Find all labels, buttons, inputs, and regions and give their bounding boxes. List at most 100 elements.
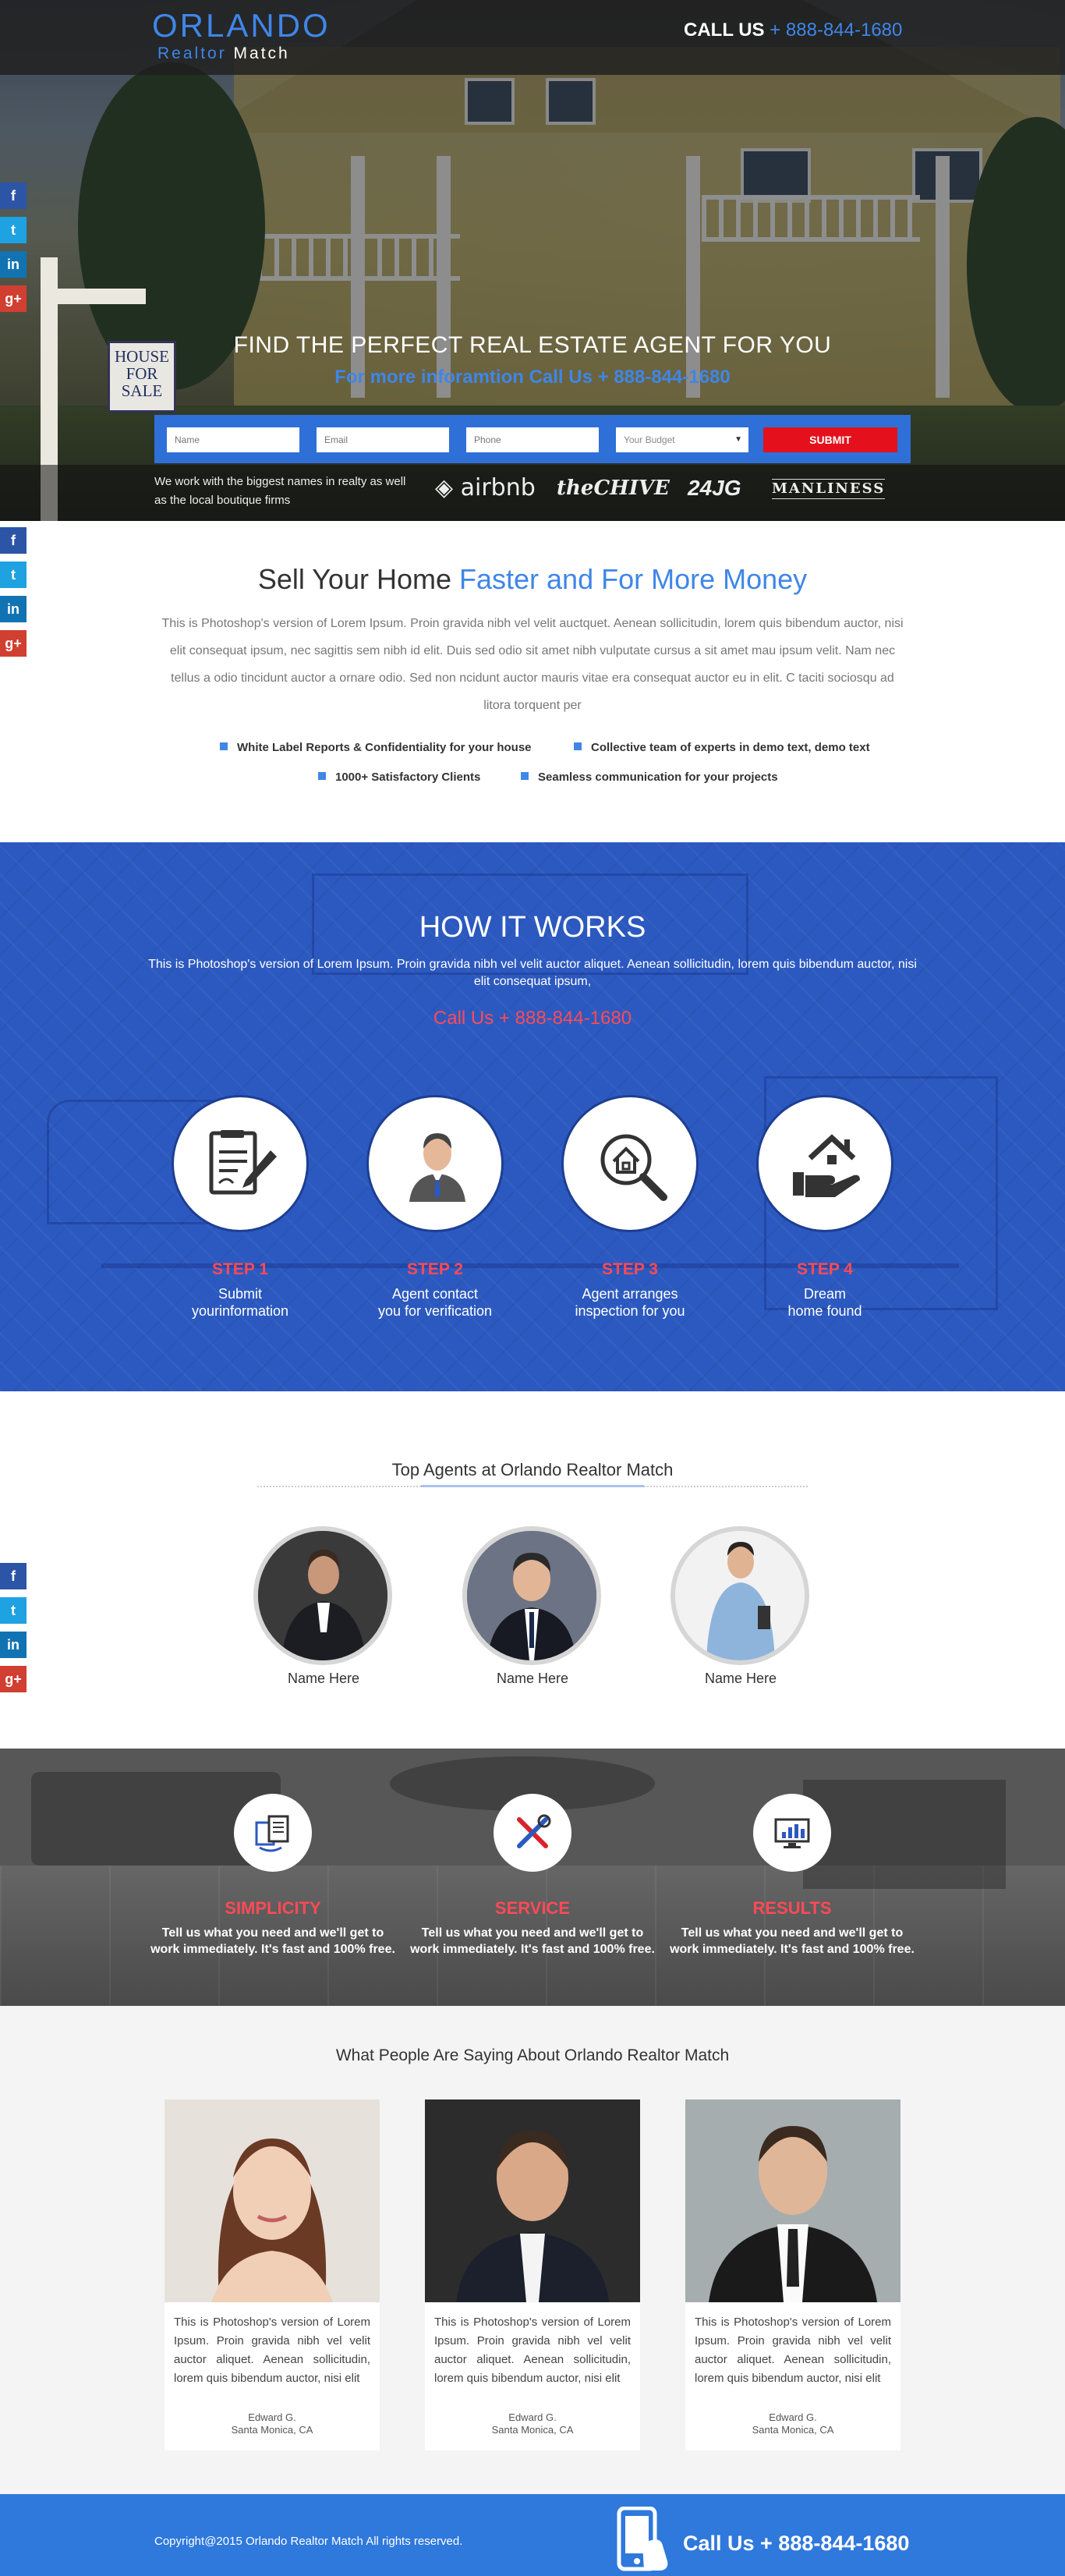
- googleplus-icon[interactable]: g+: [0, 630, 27, 657]
- testimonial-name: Edward G.: [769, 2411, 817, 2423]
- budget-select-value: Your Budget: [624, 434, 675, 445]
- header-call-label: CALL US: [684, 19, 765, 41]
- email-input[interactable]: [317, 427, 449, 452]
- agent-photo[interactable]: [670, 1526, 809, 1665]
- logo-subtitle[interactable]: Realtor Match: [157, 44, 290, 63]
- brand-24jg-logo: 24JG: [688, 476, 741, 500]
- budget-select[interactable]: Your Budget ▼: [616, 427, 748, 452]
- feature-text-line2: work immediately. It's fast and 100% fre…: [410, 1943, 655, 1956]
- feature-item: White Label Reports & Confidentiality fo…: [220, 741, 532, 754]
- footer-call[interactable]: Call Us + 888-844-1680: [683, 2532, 909, 2556]
- step-1-line1: Submit: [218, 1286, 263, 1302]
- testimonial-photo: [685, 2099, 900, 2302]
- sign-arm: [41, 289, 146, 304]
- step-1-label: STEP 1: [212, 1260, 268, 1278]
- features-section: [0, 1749, 1065, 2006]
- step-4-line2: home found: [787, 1303, 862, 1319]
- header-call-number: + 888-844-1680: [770, 19, 903, 41]
- document-pen-icon: [209, 1130, 277, 1195]
- testimonial-location: Santa Monica, CA: [491, 2424, 574, 2436]
- header-call[interactable]: CALL US + 888-844-1680: [684, 19, 902, 42]
- phone-input[interactable]: [466, 427, 599, 452]
- facebook-icon[interactable]: f: [0, 1563, 27, 1589]
- twitter-icon[interactable]: t: [0, 217, 27, 243]
- brands-text: We work with the biggest names in realty…: [154, 475, 406, 507]
- facebook-icon[interactable]: f: [0, 527, 27, 554]
- documents-icon: [255, 1815, 289, 1852]
- step-3-text: Agent arranges inspection for you: [544, 1285, 716, 1320]
- feature-text-line1: Tell us what you need and we'll get to: [161, 1926, 384, 1940]
- step-2-line1: Agent contact: [391, 1286, 479, 1302]
- caret-down-icon: ▼: [734, 435, 742, 444]
- googleplus-icon[interactable]: g+: [0, 285, 27, 312]
- step-4-text: Dream home found: [739, 1285, 911, 1320]
- agent-name: Name Here: [704, 1671, 777, 1686]
- testimonial-card: This is Photoshop's version of Lorem Ips…: [425, 2099, 640, 2450]
- linkedin-icon[interactable]: in: [0, 251, 27, 278]
- hero-subline: For more inforamtion Call Us + 888-844-1…: [334, 367, 731, 388]
- person-portrait-icon: [165, 2099, 380, 2302]
- testimonial-name: Edward G.: [508, 2411, 557, 2423]
- step-2-label: STEP 2: [407, 1260, 463, 1278]
- googleplus-icon[interactable]: g+: [0, 1666, 27, 1692]
- agent-person-icon: [409, 1133, 465, 1202]
- tools-icon: [517, 1814, 551, 1848]
- feature-item: Seamless communication for your projects: [521, 771, 778, 784]
- feature-text-line1: Tell us what you need and we'll get to: [681, 1926, 904, 1940]
- person-portrait-icon: [685, 2099, 900, 2302]
- social-bar: f t in g+: [0, 182, 27, 320]
- name-input[interactable]: [167, 427, 299, 452]
- how-title: HOW IT WORKS: [419, 911, 646, 944]
- feature-text: Tell us what you need and we'll get to w…: [408, 1925, 657, 1958]
- step-4-circle: [756, 1095, 893, 1232]
- testimonial-photo: [425, 2099, 640, 2302]
- step-1-text: Submit yourinformation: [154, 1285, 326, 1320]
- logo-orlando[interactable]: ORLANDO: [152, 9, 331, 42]
- house-search-icon: [600, 1134, 667, 1201]
- brand-manliness-logo: MANLINESS: [772, 479, 886, 499]
- step-2-circle: [366, 1095, 504, 1232]
- brand-airbnb-logo: ◈ airbnb: [435, 474, 536, 501]
- agents-title: Top Agents at Orlando Realtor Match: [391, 1460, 674, 1479]
- agent-name: Name Here: [287, 1671, 360, 1686]
- linkedin-icon[interactable]: in: [0, 1632, 27, 1658]
- testimonial-author: Edward G. Santa Monica, CA: [425, 2411, 640, 2436]
- sell-title: Sell Your Home Faster and For More Money: [0, 563, 1065, 596]
- linkedin-icon[interactable]: in: [0, 596, 27, 622]
- feature-title-results: RESULTS: [752, 1898, 832, 1918]
- agent-portrait-icon: [467, 1531, 596, 1660]
- feature-text: Tell us what you need and we'll get to w…: [148, 1925, 398, 1958]
- step-4-label: STEP 4: [797, 1260, 853, 1278]
- agent-photo[interactable]: [462, 1526, 601, 1665]
- sell-title-part2: Faster and For More Money: [459, 563, 808, 595]
- sell-title-part1: Sell Your Home: [257, 563, 451, 595]
- logo-word-match: Match: [233, 44, 290, 62]
- testimonial-author: Edward G. Santa Monica, CA: [685, 2411, 900, 2436]
- service-circle: [494, 1794, 571, 1872]
- submit-button[interactable]: SUBMIT: [763, 427, 897, 452]
- monitor-chart-icon: [774, 1818, 810, 1848]
- testimonials-title: What People Are Saying About Orlando Rea…: [335, 2046, 730, 2064]
- step-1-circle: [172, 1095, 309, 1232]
- testimonial-card: This is Photoshop's version of Lorem Ips…: [165, 2099, 380, 2450]
- twitter-icon[interactable]: t: [0, 1597, 27, 1624]
- testimonial-location: Santa Monica, CA: [231, 2424, 313, 2436]
- agent-portrait-icon: [258, 1531, 387, 1660]
- step-3-line1: Agent arranges: [582, 1286, 678, 1302]
- testimonial-text: This is Photoshop's version of Lorem Ips…: [695, 2316, 891, 2385]
- how-call[interactable]: Call Us + 888-844-1680: [0, 1008, 1065, 1029]
- testimonial-text: This is Photoshop's version of Lorem Ips…: [434, 2316, 631, 2385]
- feature-text-line2: work immediately. It's fast and 100% fre…: [670, 1943, 915, 1956]
- social-bar: f t in g+: [0, 1563, 27, 1700]
- feature-text: Tell us what you need and we'll get to w…: [667, 1925, 917, 1958]
- facebook-icon[interactable]: f: [0, 182, 27, 209]
- testimonial-photo: [165, 2099, 380, 2302]
- step-3-line2: inspection for you: [575, 1303, 685, 1319]
- agent-photo[interactable]: [253, 1526, 392, 1665]
- agent-portrait-icon: [675, 1531, 805, 1660]
- furniture-chairs: [803, 1780, 1006, 1889]
- testimonial-location: Santa Monica, CA: [752, 2424, 834, 2436]
- testimonial-name: Edward G.: [248, 2411, 296, 2423]
- divider-accent: [421, 1485, 644, 1487]
- logo-word-realtor: Realtor: [157, 44, 227, 62]
